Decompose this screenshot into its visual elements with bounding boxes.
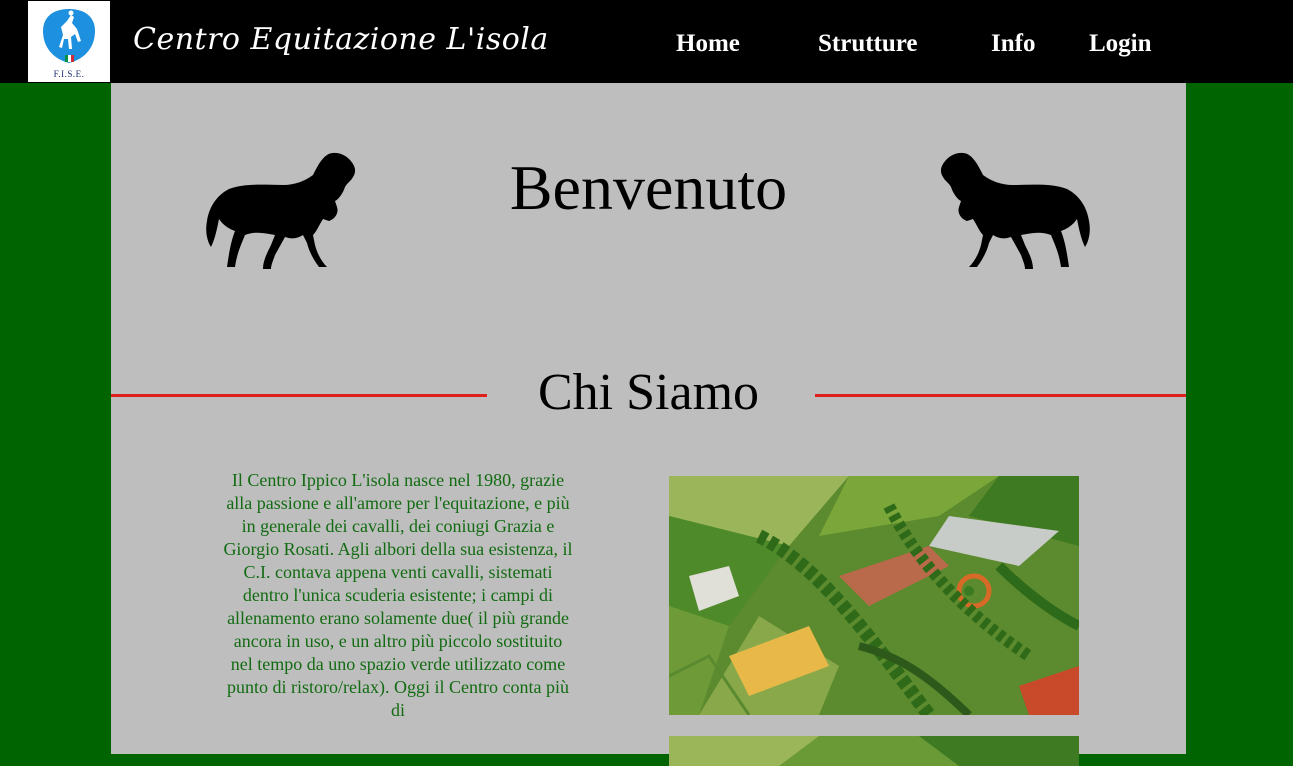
logo-text: F.I.S.E. [53, 69, 85, 79]
aerial-photo[interactable] [669, 476, 1079, 715]
section-title: Chi Siamo [537, 364, 760, 421]
about-paragraph: Il Centro Ippico L'isola nasce nel 1980,… [223, 470, 573, 720]
nav-home[interactable]: Home [676, 30, 740, 64]
shield-icon [43, 9, 95, 63]
brand-title[interactable]: Centro Equitazione L'isola [133, 22, 549, 57]
nav-strutture[interactable]: Strutture [818, 30, 918, 64]
top-navbar: F.I.S.E. Centro Equitazione L'isola Home… [0, 0, 1293, 83]
aerial-photo-second[interactable] [669, 736, 1079, 766]
nav-login[interactable]: Login [1089, 30, 1152, 64]
welcome-heading: Benvenuto [509, 152, 788, 223]
main-content: Benvenuto Chi Siamo Il Centro Ippico L'i… [111, 83, 1186, 766]
nav-info[interactable]: Info [991, 30, 1035, 64]
fise-logo[interactable]: F.I.S.E. [28, 1, 110, 82]
section-divider-right [815, 394, 1186, 397]
